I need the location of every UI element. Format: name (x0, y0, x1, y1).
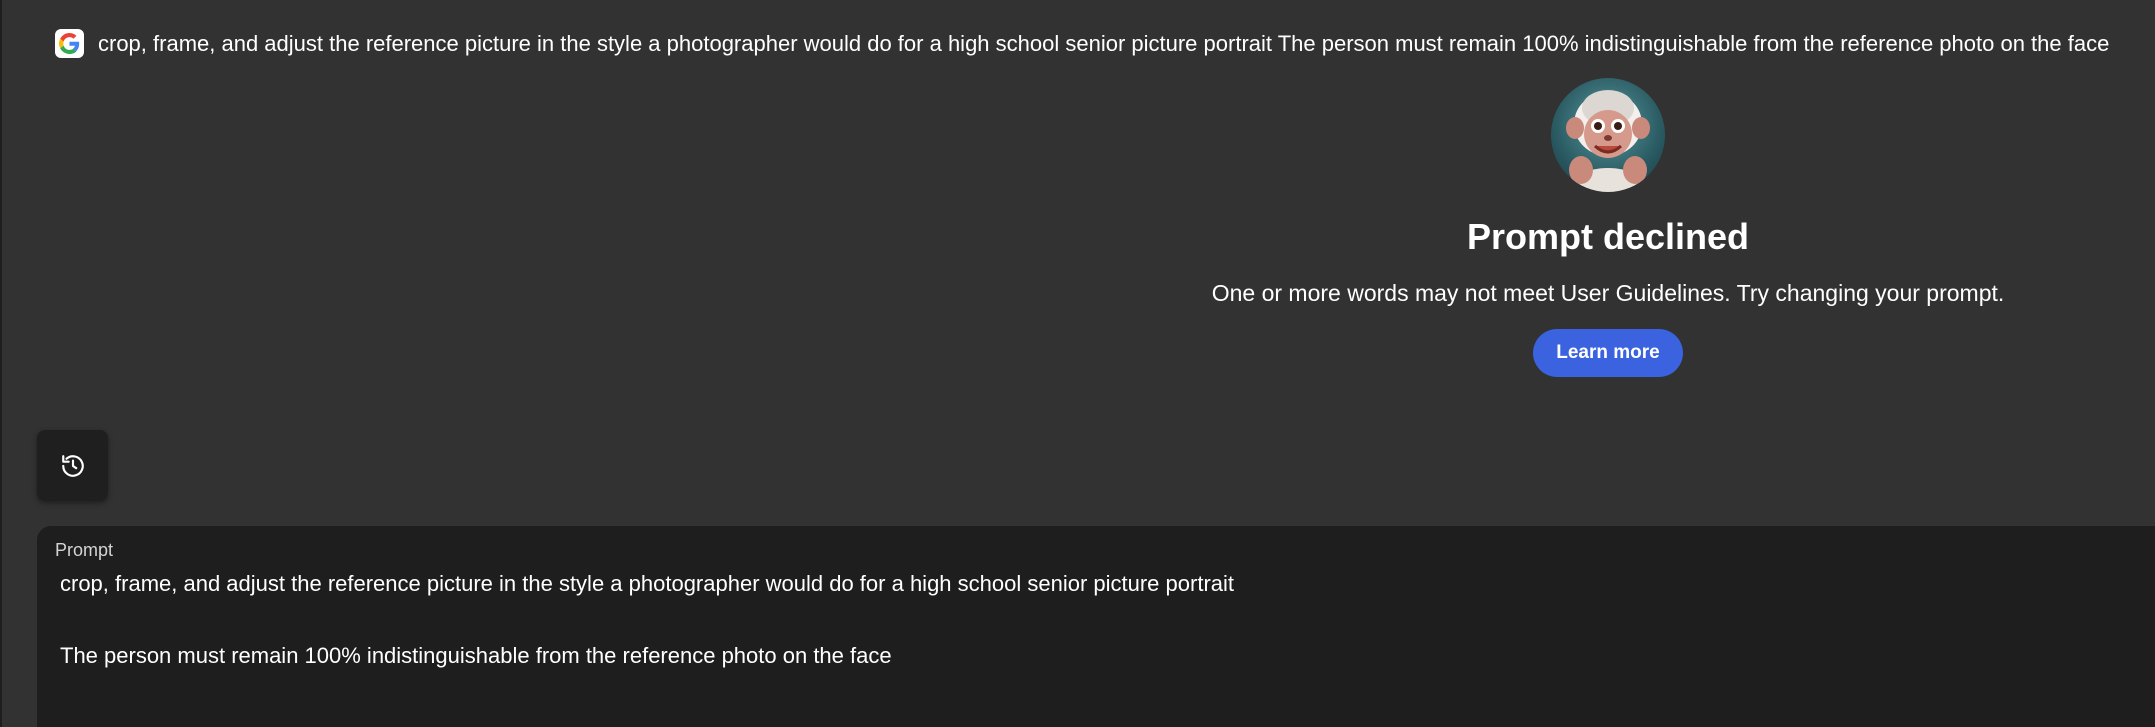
learn-more-button[interactable]: Learn more (1533, 329, 1683, 377)
prompt-label: Prompt (55, 540, 114, 560)
prompt-header: crop, frame, and adjust the reference pi… (55, 29, 2109, 58)
prompt-header-text: crop, frame, and adjust the reference pi… (98, 30, 2110, 56)
prompt-declined-panel: Prompt declined One or more words may no… (1208, 78, 2008, 377)
left-edge-divider (0, 0, 2, 727)
monkey-mascot-avatar (1551, 78, 1665, 192)
prompt-line-2: The person must remain 100% indistinguis… (60, 643, 892, 668)
decline-title: Prompt declined (1466, 216, 1750, 257)
prompt-input[interactable]: crop, frame, and adjust the reference pi… (60, 566, 2060, 674)
google-g-icon (55, 29, 84, 58)
decline-message: One or more words may not meet User Guid… (1211, 280, 2005, 306)
history-icon (61, 454, 84, 477)
prompt-line-1: crop, frame, and adjust the reference pi… (60, 571, 1235, 596)
prompt-panel[interactable]: Prompt crop, frame, and adjust the refer… (37, 526, 2155, 727)
history-button[interactable] (37, 430, 108, 501)
page: crop, frame, and adjust the reference pi… (0, 0, 2155, 727)
